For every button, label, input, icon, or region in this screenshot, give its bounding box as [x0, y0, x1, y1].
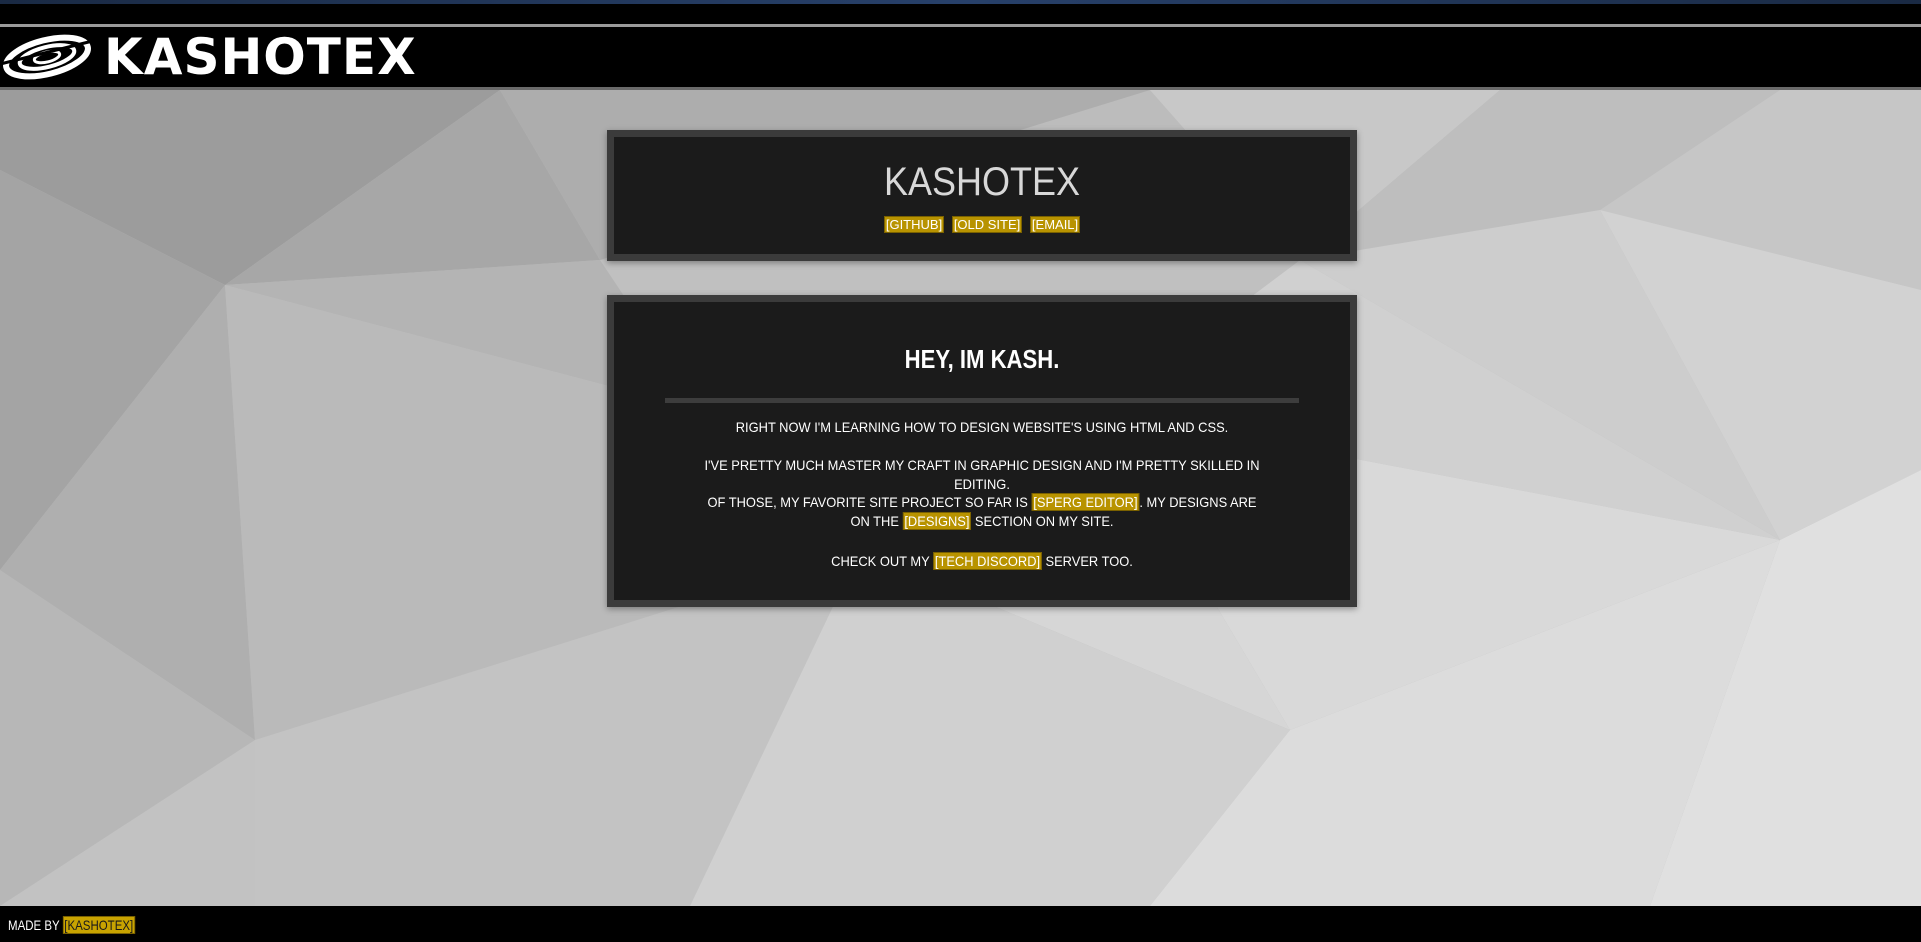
about-paragraph-1: RIGHT NOW I'M LEARNING HOW TO DESIGN WEB…	[735, 419, 1229, 435]
designs-link[interactable]: [DESIGNS]	[902, 512, 972, 530]
p3-text-after: SECTION ON MY SITE.	[974, 513, 1114, 529]
site-title: KASHOTEX	[883, 160, 1081, 204]
about-paragraph-2: I'VE PRETTY MUCH MASTER MY CRAFT IN GRAP…	[704, 457, 1260, 492]
github-link[interactable]: [GITHUB]	[883, 216, 945, 233]
intro-panel: KASHOTEX [GITHUB] [OLD SITE] [EMAIL]	[607, 130, 1357, 261]
email-link[interactable]: [EMAIL]	[1029, 216, 1081, 233]
social-links: [GITHUB] [OLD SITE] [EMAIL]	[614, 216, 1350, 233]
about-paragraph-3: OF THOSE, MY FAVORITE SITE PROJECT SO FA…	[699, 493, 1266, 531]
footer-made-by: MADE BY	[8, 917, 60, 933]
footer-kashotex-link[interactable]: [KASHOTEX]	[62, 916, 135, 934]
old-site-link[interactable]: [OLD SITE]	[951, 216, 1023, 233]
spiral-orbit-logo-icon[interactable]	[2, 31, 92, 83]
footer-credit: MADE BY [KASHOTEX]	[8, 916, 135, 934]
site-header: KASHOTEX	[0, 27, 1921, 90]
p4-text-before: CHECK OUT MY	[831, 553, 930, 569]
top-blue-line	[0, 0, 1921, 4]
brand-name[interactable]: KASHOTEX	[104, 27, 417, 87]
about-panel: HEY, IM KASH. RIGHT NOW I'M LEARNING HOW…	[607, 295, 1357, 607]
about-divider	[665, 398, 1299, 403]
tech-discord-link[interactable]: [TECH DISCORD]	[933, 552, 1042, 570]
about-paragraph-4: CHECK OUT MY [TECH DISCORD] SERVER TOO.	[699, 552, 1266, 571]
site-footer: MADE BY [KASHOTEX]	[0, 906, 1921, 942]
about-heading: HEY, IM KASH.	[904, 344, 1060, 374]
p4-text-after: SERVER TOO.	[1045, 553, 1133, 569]
p3-text-before: OF THOSE, MY FAVORITE SITE PROJECT SO FA…	[707, 494, 1028, 510]
sperg-editor-link[interactable]: [SPERG EDITOR]	[1031, 493, 1140, 511]
top-accent-strip	[0, 0, 1921, 27]
